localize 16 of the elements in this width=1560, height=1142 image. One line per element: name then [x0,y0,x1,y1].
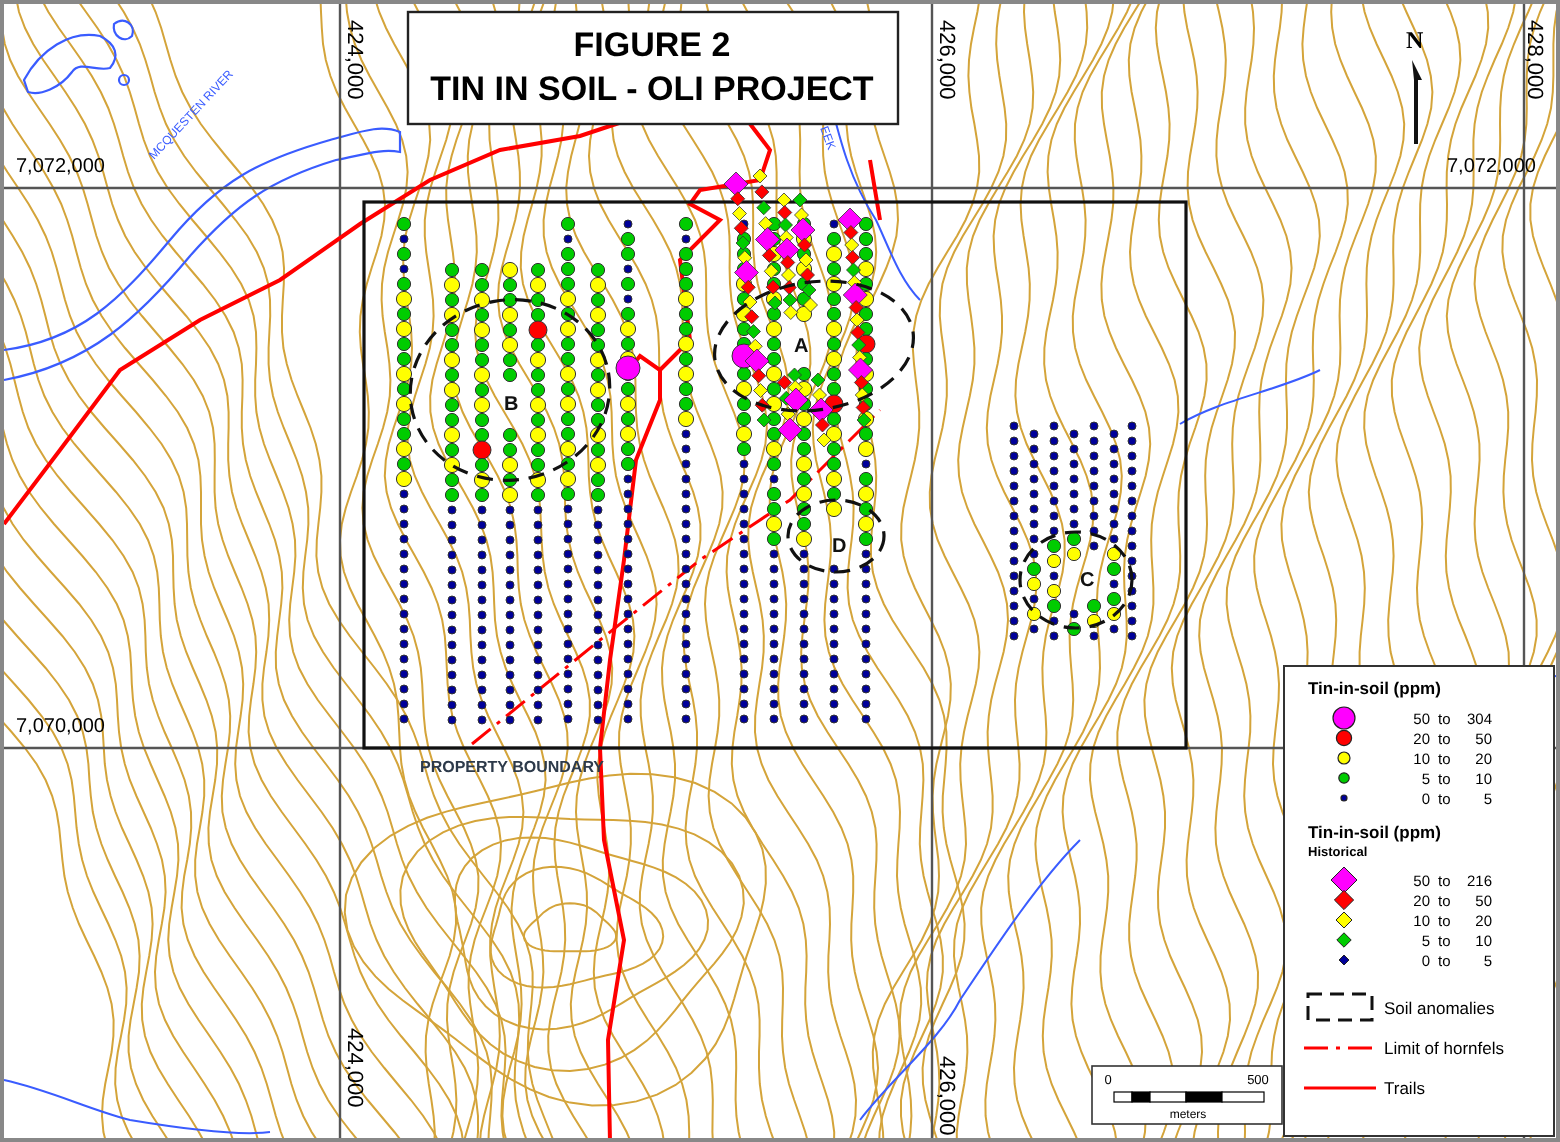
coordinate-label: 424,000 [342,20,366,100]
coordinate-label: 426,000 [934,20,958,100]
map-title: FIGURE 2 [573,26,731,64]
anomaly-label: A [794,336,809,358]
map-title: TIN IN SOIL - OLI PROJECT [430,70,874,108]
coordinate-label: 424,000 [342,1028,366,1108]
anomaly-label: C [1080,570,1095,592]
coordinate-label: 428,000 [1522,20,1546,100]
legend-heading: Tin-in-soil (ppm) [1308,822,1441,842]
legend-line-label: Limit of hornfels [1384,1038,1504,1058]
anomaly-label: D [832,536,847,558]
legend-heading: Tin-in-soil (ppm) [1308,678,1441,698]
coordinate-label: 426,000 [934,1056,958,1136]
anomaly-label: B [504,394,519,416]
legend-line-label: Trails [1384,1078,1425,1098]
legend-line-label: Soil anomalies [1384,998,1495,1018]
